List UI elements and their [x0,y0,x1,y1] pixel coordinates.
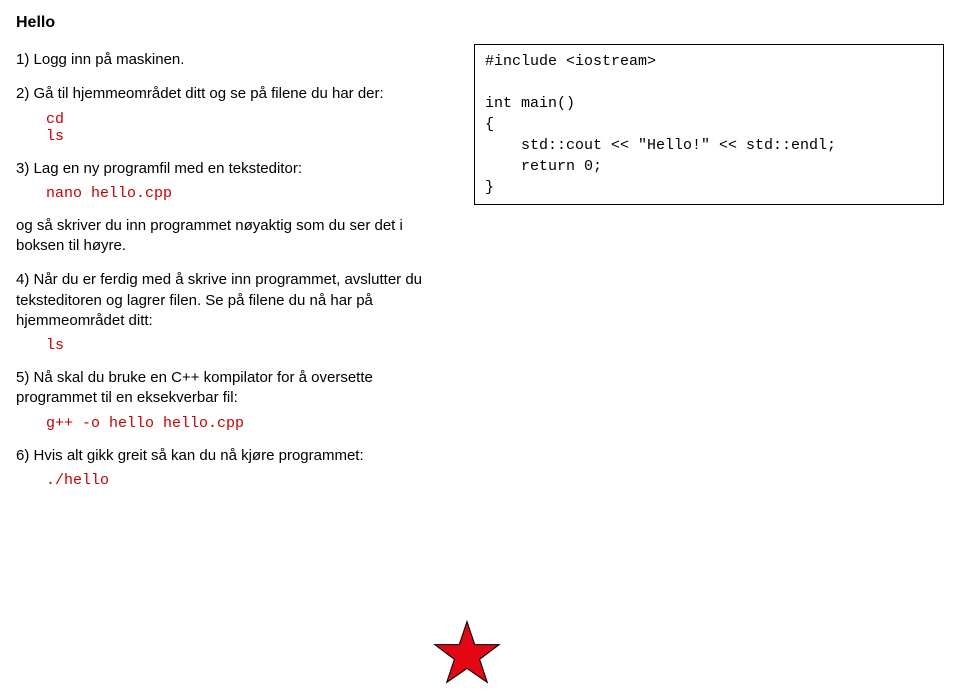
step-3-command: nano hello.cpp [46,185,446,202]
left-column: Hello 1) Logg inn på maskinen. 2) Gå til… [16,14,446,495]
step-6-command: ./hello [46,472,446,489]
star-icon [432,618,502,688]
code-box: #include <iostream> int main() { std::co… [474,44,944,205]
step-2-command: cd ls [46,111,446,145]
step-4-text: 4) Når du er ferdig med å skrive inn pro… [16,270,446,331]
step-5-command: g++ -o hello hello.cpp [46,415,446,432]
right-column: #include <iostream> int main() { std::co… [474,14,944,495]
step-3b-text: og så skriver du inn programmet nøyaktig… [16,216,446,257]
step-3-text: 3) Lag en ny programfil med en tekstedit… [16,159,446,179]
step-4-command: ls [46,337,446,354]
page: Hello 1) Logg inn på maskinen. 2) Gå til… [16,14,944,495]
step-1-text: 1) Logg inn på maskinen. [16,50,446,70]
page-title: Hello [16,14,446,32]
step-2-text: 2) Gå til hjemmeområdet ditt og se på fi… [16,84,446,104]
step-5-text: 5) Nå skal du bruke en C++ kompilator fo… [16,368,446,409]
step-6-text: 6) Hvis alt gikk greit så kan du nå kjør… [16,446,446,466]
